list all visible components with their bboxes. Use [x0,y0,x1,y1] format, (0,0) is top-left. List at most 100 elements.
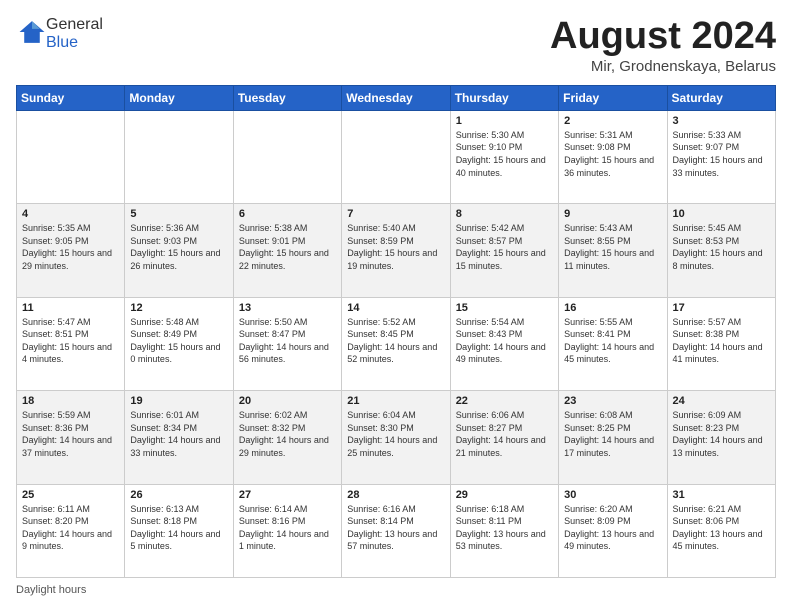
day-number: 13 [239,302,336,314]
day-number: 19 [130,395,227,407]
day-number: 5 [130,208,227,220]
day-number: 29 [456,489,553,501]
day-number: 14 [347,302,444,314]
page: General Blue August 2024 Mir, Grodnenska… [0,0,792,612]
footer-label: Daylight hours [16,584,86,596]
day-number: 30 [564,489,661,501]
day-info: Sunrise: 5:59 AM Sunset: 8:36 PM Dayligh… [22,409,119,459]
day-info: Sunrise: 5:43 AM Sunset: 8:55 PM Dayligh… [564,222,661,272]
weekday-header-row: SundayMondayTuesdayWednesdayThursdayFrid… [17,85,776,110]
calendar-cell: 25Sunrise: 6:11 AM Sunset: 8:20 PM Dayli… [17,484,125,577]
calendar-cell: 17Sunrise: 5:57 AM Sunset: 8:38 PM Dayli… [667,297,775,390]
calendar-cell: 7 Sunrise: 5:40 AM Sunset: 8:59 PM Daylig… [342,204,450,297]
calendar-cell: 28 Sunrise: 6:16 AM Sunset: 8:14 PM Dayli… [342,484,450,577]
calendar-cell: 21 Sunrise: 6:04 AM Sunset: 8:30 PM Dayli… [342,391,450,484]
calendar-cell: 30 Sunrise: 6:20 AM Sunset: 8:09 PM Dayli… [559,484,667,577]
logo-text: General Blue [46,16,103,52]
calendar-cell: 29 Sunrise: 6:18 AM Sunset: 8:11 PM Dayli… [450,484,558,577]
day-info: Sunrise: 5:35 AM Sunset: 9:05 PM Dayligh… [22,222,119,272]
day-number: 31 [673,489,770,501]
month-title: August 2024 [550,16,776,58]
day-info: Sunrise: 6:13 AM Sunset: 8:18 PM Dayligh… [130,503,227,553]
calendar-cell: 27 Sunrise: 6:14 AM Sunset: 8:16 PM Dayli… [233,484,341,577]
calendar-cell: 10 Sunrise: 5:45 AM Sunset: 8:53 PM Dayli… [667,204,775,297]
day-info: Sunrise: 6:14 AM Sunset: 8:16 PM Dayligh… [239,503,336,553]
day-info: Sunrise: 6:01 AM Sunset: 8:34 PM Dayligh… [130,409,227,459]
day-info: Sunrise: 5:54 AM Sunset: 8:43 PM Dayligh… [456,316,553,366]
weekday-wednesday: Wednesday [342,85,450,110]
calendar-cell: 31 Sunrise: 6:21 AM Sunset: 8:06 PM Dayli… [667,484,775,577]
calendar-cell: 20Sunrise: 6:02 AM Sunset: 8:32 PM Dayli… [233,391,341,484]
calendar-cell: 13 Sunrise: 5:50 AM Sunset: 8:47 PM Dayli… [233,297,341,390]
day-info: Sunrise: 6:04 AM Sunset: 8:30 PM Dayligh… [347,409,444,459]
week-row-1: 4 Sunrise: 5:35 AM Sunset: 9:05 PM Daylig… [17,204,776,297]
day-info: Sunrise: 6:21 AM Sunset: 8:06 PM Dayligh… [673,503,770,553]
day-info: Sunrise: 5:38 AM Sunset: 9:01 PM Dayligh… [239,222,336,272]
calendar-cell: 3 Sunrise: 5:33 AM Sunset: 9:07 PM Daylig… [667,110,775,203]
day-info: Sunrise: 5:47 AM Sunset: 8:51 PM Dayligh… [22,316,119,366]
day-number: 18 [22,395,119,407]
day-number: 26 [130,489,227,501]
day-info: Sunrise: 6:06 AM Sunset: 8:27 PM Dayligh… [456,409,553,459]
day-number: 2 [564,115,661,127]
calendar-cell: 5 Sunrise: 5:36 AM Sunset: 9:03 PM Daylig… [125,204,233,297]
calendar-cell: 15 Sunrise: 5:54 AM Sunset: 8:43 PM Dayli… [450,297,558,390]
day-number: 6 [239,208,336,220]
logo-icon [18,18,46,46]
calendar-cell: 12 Sunrise: 5:48 AM Sunset: 8:49 PM Dayli… [125,297,233,390]
calendar-cell: 6 Sunrise: 5:38 AM Sunset: 9:01 PM Daylig… [233,204,341,297]
day-info: Sunrise: 5:45 AM Sunset: 8:53 PM Dayligh… [673,222,770,272]
calendar-cell: 9 Sunrise: 5:43 AM Sunset: 8:55 PM Daylig… [559,204,667,297]
day-number: 15 [456,302,553,314]
logo-general: General [46,16,103,33]
calendar-cell: 2Sunrise: 5:31 AM Sunset: 9:08 PM Daylig… [559,110,667,203]
weekday-sunday: Sunday [17,85,125,110]
calendar-cell: 18 Sunrise: 5:59 AM Sunset: 8:36 PM Dayli… [17,391,125,484]
day-number: 24 [673,395,770,407]
day-info: Sunrise: 6:18 AM Sunset: 8:11 PM Dayligh… [456,503,553,553]
day-info: Sunrise: 5:48 AM Sunset: 8:49 PM Dayligh… [130,316,227,366]
calendar-cell [233,110,341,203]
week-row-0: 1Sunrise: 5:30 AM Sunset: 9:10 PM Daylig… [17,110,776,203]
day-number: 8 [456,208,553,220]
calendar-cell: 23Sunrise: 6:08 AM Sunset: 8:25 PM Dayli… [559,391,667,484]
day-info: Sunrise: 5:33 AM Sunset: 9:07 PM Dayligh… [673,129,770,179]
day-number: 7 [347,208,444,220]
day-info: Sunrise: 6:20 AM Sunset: 8:09 PM Dayligh… [564,503,661,553]
logo-blue: Blue [46,34,78,51]
header: General Blue August 2024 Mir, Grodnenska… [16,16,776,75]
day-number: 16 [564,302,661,314]
day-number: 11 [22,302,119,314]
weekday-saturday: Saturday [667,85,775,110]
week-row-2: 11 Sunrise: 5:47 AM Sunset: 8:51 PM Dayli… [17,297,776,390]
day-number: 21 [347,395,444,407]
day-number: 10 [673,208,770,220]
day-info: Sunrise: 5:42 AM Sunset: 8:57 PM Dayligh… [456,222,553,272]
day-number: 4 [22,208,119,220]
day-number: 28 [347,489,444,501]
day-info: Sunrise: 5:50 AM Sunset: 8:47 PM Dayligh… [239,316,336,366]
day-info: Sunrise: 6:16 AM Sunset: 8:14 PM Dayligh… [347,503,444,553]
calendar-cell [17,110,125,203]
location: Mir, Grodnenskaya, Belarus [550,58,776,75]
calendar-cell: 4 Sunrise: 5:35 AM Sunset: 9:05 PM Daylig… [17,204,125,297]
day-info: Sunrise: 6:11 AM Sunset: 8:20 PM Dayligh… [22,503,119,553]
day-info: Sunrise: 5:36 AM Sunset: 9:03 PM Dayligh… [130,222,227,272]
weekday-thursday: Thursday [450,85,558,110]
day-number: 9 [564,208,661,220]
day-number: 27 [239,489,336,501]
day-number: 22 [456,395,553,407]
weekday-monday: Monday [125,85,233,110]
calendar-cell: 22 Sunrise: 6:06 AM Sunset: 8:27 PM Dayli… [450,391,558,484]
logo: General Blue [16,16,103,52]
calendar: SundayMondayTuesdayWednesdayThursdayFrid… [16,85,776,578]
day-info: Sunrise: 5:40 AM Sunset: 8:59 PM Dayligh… [347,222,444,272]
day-info: Sunrise: 5:55 AM Sunset: 8:41 PM Dayligh… [564,316,661,366]
calendar-cell: 19 Sunrise: 6:01 AM Sunset: 8:34 PM Dayli… [125,391,233,484]
calendar-cell: 8 Sunrise: 5:42 AM Sunset: 8:57 PM Daylig… [450,204,558,297]
day-info: Sunrise: 5:30 AM Sunset: 9:10 PM Dayligh… [456,129,553,179]
weekday-tuesday: Tuesday [233,85,341,110]
day-number: 3 [673,115,770,127]
weekday-friday: Friday [559,85,667,110]
day-number: 12 [130,302,227,314]
